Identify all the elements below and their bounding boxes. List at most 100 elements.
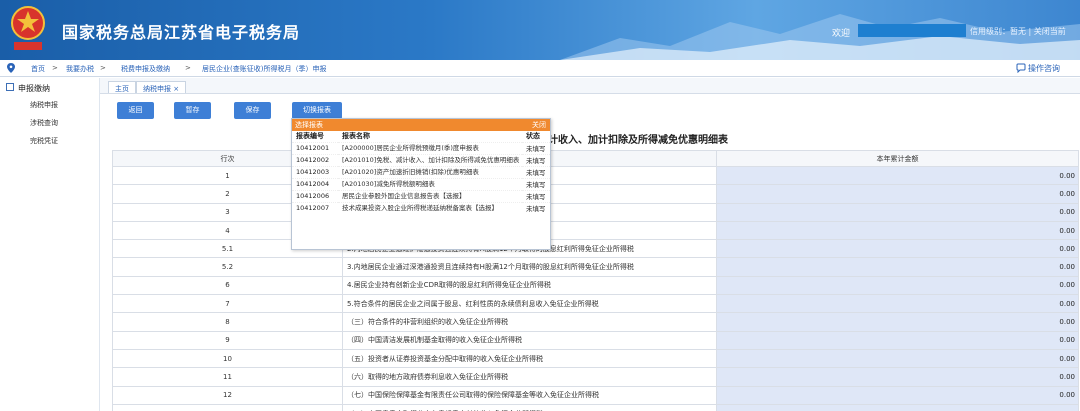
sidebar-title[interactable]: 申报缴纳 [18, 83, 50, 94]
detail-table: 行次 本年累计金额 10.0020.003免征企业所得税（4+5.1+6.2+6… [112, 150, 1079, 411]
popup-row-name[interactable]: [A201030]减免所得税额明细表 [338, 177, 522, 190]
popup-form-row[interactable]: 10412001 [A200000]居民企业所得税预缴月(季)度申报表 未填写 [292, 141, 550, 154]
select-form-popup: 选择报表 关闭 报表编号 报表名称 状态 10412001 [A200000]居民… [291, 118, 551, 250]
save-draft-button[interactable]: 暂存 [174, 102, 211, 119]
help-chat-icon [1016, 63, 1026, 73]
row-amount-field[interactable]: 0.00 [716, 385, 1079, 405]
row-amount-field[interactable]: 0.00 [716, 184, 1079, 204]
sidebar-item-tax-declaration[interactable]: 纳税申报 [30, 100, 58, 110]
popup-row-code: 10412004 [292, 177, 338, 190]
table-row: 1 0.00 [112, 165, 1079, 186]
popup-column-status: 状态 [526, 132, 540, 141]
row-amount-field[interactable]: 0.00 [716, 239, 1079, 259]
popup-row-code: 10412007 [292, 201, 338, 214]
popup-row-name[interactable]: [A201020]资产加速折旧摊销(扣除)优惠明细表 [338, 165, 522, 178]
table-row: 9 （四）中国清洁发展机制基金取得的收入免征企业所得税 0.00 [112, 330, 1079, 350]
switch-form-button[interactable]: 切换报表 [292, 102, 342, 119]
popup-column-name: 报表名称 [342, 132, 370, 141]
popup-form-row[interactable]: 10412006 居民企业参股外国企业信息报告表【选报】 未填写 [292, 189, 550, 202]
row-amount-field[interactable]: 0.00 [716, 165, 1079, 186]
save-button[interactable]: 保存 [234, 102, 271, 119]
row-seq: 11 [112, 367, 343, 387]
popup-row-name[interactable]: [A201010]免税、减计收入、加计扣除及所得减免优惠明细表 [338, 153, 522, 166]
popup-row-code: 10412006 [292, 189, 338, 202]
username-redacted [858, 24, 966, 37]
table-row: 6 4.居民企业持有创新企业CDR取得的股息红利所得免征企业所得税 0.00 [112, 275, 1079, 296]
help-consult-link[interactable]: 操作咨询 [1028, 63, 1060, 74]
breadcrumb-current: 居民企业(查账征收)所得税月（季）申报 [202, 65, 327, 73]
table-row: 11 （六）取得的地方政府债券利息收入免征企业所得税 0.00 [112, 367, 1079, 387]
popup-row-status: 未填写 [522, 141, 550, 154]
sidebar: 申报缴纳 纳税申报 涉税查询 完税凭证 [0, 78, 100, 411]
breadcrumb-declaration[interactable]: 税费申报及缴纳 [121, 64, 170, 74]
row-amount-field[interactable]: 0.00 [716, 220, 1079, 241]
row-amount-field[interactable]: 0.00 [716, 348, 1079, 369]
row-seq: 12 [112, 385, 343, 405]
popup-form-row[interactable]: 10412007 技术成果投资入股企业所得税递延纳税备案表【选报】 未填写 [292, 201, 550, 214]
row-seq: 9 [112, 330, 343, 350]
row-item-name: （四）中国清洁发展机制基金取得的收入免征企业所得税 [342, 330, 717, 350]
table-row: 12 （七）中国保险保障基金有限责任公司取得的保险保障基金等收入免征企业所得税 0.… [112, 385, 1079, 405]
breadcrumb-separator: > [185, 64, 191, 72]
row-item-name: 3.内地居民企业通过深港通投资且连续持有H股满12个月取得的股息红利所得免征企业… [342, 257, 717, 277]
breadcrumb: 首页 > 我要办税 > 税费申报及缴纳 > 居民企业(查账征收)所得税月（季）申… [0, 60, 1080, 77]
popup-form-row[interactable]: 10412003 [A201020]资产加速折旧摊销(扣除)优惠明细表 未填写 [292, 165, 550, 178]
row-seq: 8 [112, 312, 343, 332]
tax-emblem-icon [11, 6, 45, 50]
popup-row-status: 未填写 [522, 153, 550, 166]
row-item-name: （三）符合条件的非营利组织的收入免征企业所得税 [342, 312, 717, 332]
row-amount-field[interactable]: 0.00 [716, 330, 1079, 350]
popup-close-button[interactable]: 关闭 [532, 119, 546, 131]
tab-home[interactable]: 主页 [108, 81, 136, 93]
popup-row-name[interactable]: 技术成果投资入股企业所得税递延纳税备案表【选报】 [338, 201, 522, 214]
row-amount-field[interactable]: 0.00 [716, 202, 1079, 222]
popup-form-row[interactable]: 10412004 [A201030]减免所得税额明细表 未填写 [292, 177, 550, 190]
row-item-name: （八）中国奥委会取得北京冬奥组委支付的收入免征企业所得税 [342, 403, 717, 411]
sidebar-item-tax-certificate[interactable]: 完税凭证 [30, 136, 58, 146]
table-row: 4 0.00 [112, 220, 1079, 241]
popup-form-row[interactable]: 10412002 [A201010]免税、减计收入、加计扣除及所得减免优惠明细表未… [292, 153, 550, 166]
site-title: 国家税务总局江苏省电子税务局 [62, 23, 301, 42]
table-row: 3免征企业所得税（4+5.1+6.2+6+7）0.00 [112, 202, 1079, 222]
table-row: 5.2 3.内地居民企业通过深港通投资且连续持有H股满12个月取得的股息红利所得免… [112, 257, 1079, 277]
row-seq: 6 [112, 275, 343, 296]
row-seq: 7 [112, 294, 343, 314]
row-amount-field[interactable]: 0.00 [716, 257, 1079, 277]
welcome-text: 欢迎 [832, 29, 851, 39]
popup-row-status: 未填写 [522, 201, 550, 214]
table-row: 2 0.00 [112, 184, 1079, 204]
back-button[interactable]: 返回 [117, 102, 154, 119]
credit-level-text[interactable]: 信用级别：暂无 | 关闭当前 [970, 26, 1066, 37]
tab-tax-declaration[interactable]: 纳税申报 × [136, 81, 187, 93]
form-title: 计收入、加计扣除及所得减免优惠明细表 [548, 135, 728, 146]
breadcrumb-home[interactable]: 首页 [31, 64, 45, 74]
row-seq: 13 [112, 403, 343, 411]
popup-header: 选择报表 关闭 [292, 119, 550, 131]
column-header-amount: 本年累计金额 [716, 150, 1079, 167]
popup-row-status: 未填写 [522, 165, 550, 178]
popup-row-name[interactable]: 居民企业参股外国企业信息报告表【选报】 [338, 189, 522, 202]
table-row: 13（八）中国奥委会取得北京冬奥组委支付的收入免征企业所得税 [112, 403, 1079, 411]
popup-row-code: 10412002 [292, 153, 338, 166]
popup-row-code: 10412003 [292, 165, 338, 178]
top-banner: 国家税务总局江苏省电子税务局 欢迎 信用级别：暂无 | 关闭当前 [0, 0, 1080, 60]
row-item-name: （七）中国保险保障基金有限责任公司取得的保险保障基金等收入免征企业所得税 [342, 385, 717, 405]
row-seq: 5.2 [112, 257, 343, 277]
breadcrumb-separator: > [100, 64, 106, 72]
row-amount-field[interactable]: 0.00 [716, 294, 1079, 314]
popup-row-name[interactable]: [A200000]居民企业所得税预缴月(季)度申报表 [338, 141, 522, 154]
row-item-name: （五）投资者从证券投资基金分配中取得的收入免征企业所得税 [342, 348, 717, 369]
sidebar-item-tax-query[interactable]: 涉税查询 [30, 118, 58, 128]
row-item-name: 5.符合条件的居民企业之间属于股息、红利性质的永续债利息收入免征企业所得税 [342, 294, 717, 314]
popup-row-status: 未填写 [522, 177, 550, 190]
breadcrumb-tax-handling[interactable]: 我要办税 [66, 64, 94, 74]
row-item-name: （六）取得的地方政府债券利息收入免征企业所得税 [342, 367, 717, 387]
popup-row-status: 未填写 [522, 189, 550, 202]
row-amount-field[interactable]: 0.00 [716, 367, 1079, 387]
popup-title: 选择报表 [295, 121, 323, 129]
row-amount-field[interactable] [716, 403, 1079, 411]
row-amount-field[interactable]: 0.00 [716, 312, 1079, 332]
row-item-name: 4.居民企业持有创新企业CDR取得的股息红利所得免征企业所得税 [342, 275, 717, 296]
tab-bar: 主页 纳税申报 × [100, 78, 1080, 94]
row-amount-field[interactable]: 0.00 [716, 275, 1079, 296]
